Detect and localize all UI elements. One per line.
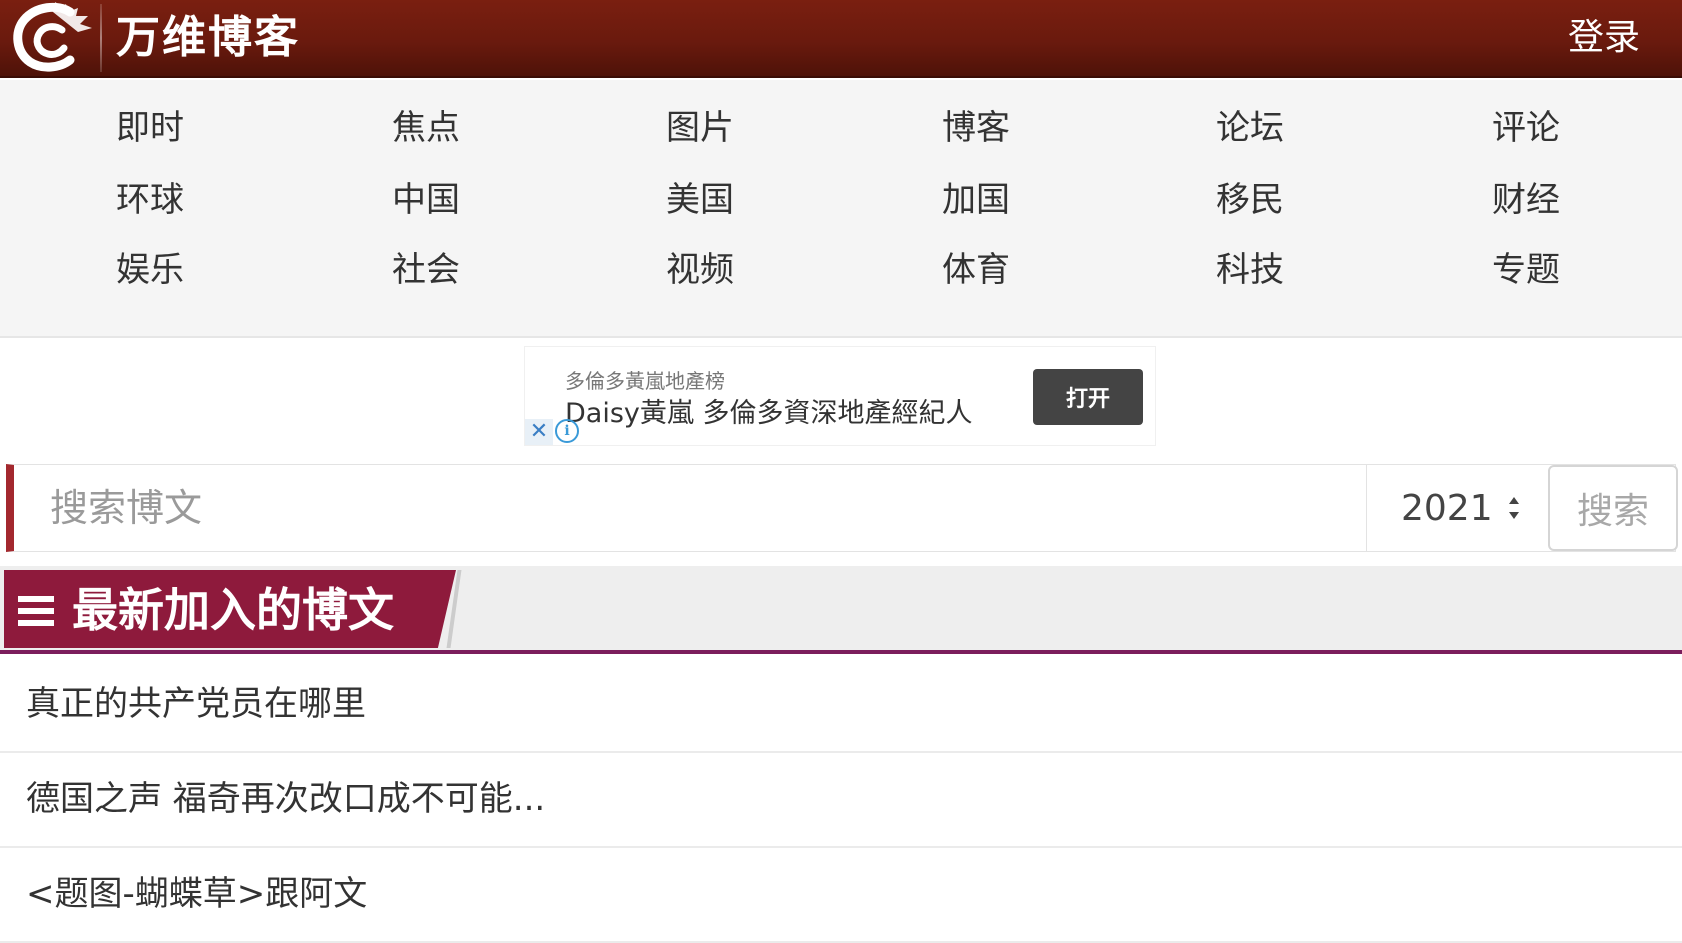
nav-item-china[interactable]: 中国 [392,170,460,230]
year-select[interactable]: 2021 [1366,465,1546,551]
nav-item-sports[interactable]: 体育 [942,240,1010,300]
list-item[interactable]: <题图-蝴蝶草>跟阿文 [0,848,1682,943]
nav-item-canada[interactable]: 加国 [942,170,1010,230]
nav-item-topics[interactable]: 专题 [1492,240,1560,300]
nav-item-video[interactable]: 视频 [666,240,734,300]
nav-item-finance[interactable]: 财经 [1492,170,1560,230]
nav-item-tech[interactable]: 科技 [1216,240,1284,300]
search-input[interactable] [14,465,1366,551]
article-list: 真正的共产党员在哪里 德国之声 福奇再次改口成不可能... <题图-蝴蝶草>跟阿… [0,658,1682,943]
ad-info-icon[interactable]: i [555,419,579,443]
nav-row: 娱乐 社会 视频 体育 科技 专题 [0,240,1682,300]
nav-item-society[interactable]: 社会 [392,240,460,300]
nav-item-usa[interactable]: 美国 [666,170,734,230]
nav-item-blog[interactable]: 博客 [942,98,1010,158]
list-item[interactable]: 德国之声 福奇再次改口成不可能... [0,753,1682,848]
search-bar: 2021 搜索 [6,464,1678,552]
login-link[interactable]: 登录 [1568,14,1640,62]
site-header: 万维博客 登录 [0,0,1682,78]
ad-banner[interactable]: 多倫多黃嵐地產榜 Daisy黃嵐 多倫多資深地產經紀人 打开 ✕ i [524,346,1156,446]
section-tab[interactable]: 最新加入的博文 [4,570,456,648]
nav-item-forum[interactable]: 论坛 [1216,98,1284,158]
nav-item-photos[interactable]: 图片 [666,98,734,158]
nav-item-immigration[interactable]: 移民 [1216,170,1284,230]
search-button[interactable]: 搜索 [1548,465,1678,551]
nav-row: 环球 中国 美国 加国 移民 财经 [0,170,1682,230]
list-item[interactable]: 真正的共产党员在哪里 [0,658,1682,753]
select-arrows-icon [1509,497,1519,519]
header-divider [100,4,102,72]
nav-item-instant[interactable]: 即时 [116,98,184,158]
site-logo-icon[interactable] [8,2,98,74]
menu-icon [18,596,54,626]
nav-item-global[interactable]: 环球 [116,170,184,230]
nav-item-entertainment[interactable]: 娱乐 [116,240,184,300]
nav-row: 即时 焦点 图片 博客 论坛 评论 [0,98,1682,158]
section-title: 最新加入的博文 [72,583,394,637]
ad-subtitle: 多倫多黃嵐地產榜 [565,369,725,393]
ad-close-icon[interactable]: ✕ [525,419,553,445]
year-select-value: 2021 [1401,487,1493,529]
section-header: 最新加入的博文 [0,566,1682,654]
site-title[interactable]: 万维博客 [116,10,300,66]
ad-title[interactable]: Daisy黃嵐 多倫多資深地產經紀人 [565,391,972,430]
nav-item-comments[interactable]: 评论 [1492,98,1560,158]
category-nav: 即时 焦点 图片 博客 论坛 评论 环球 中国 美国 加国 移民 财经 娱乐 社… [0,80,1682,338]
ad-open-button[interactable]: 打开 [1033,369,1143,425]
nav-item-focus[interactable]: 焦点 [392,98,460,158]
